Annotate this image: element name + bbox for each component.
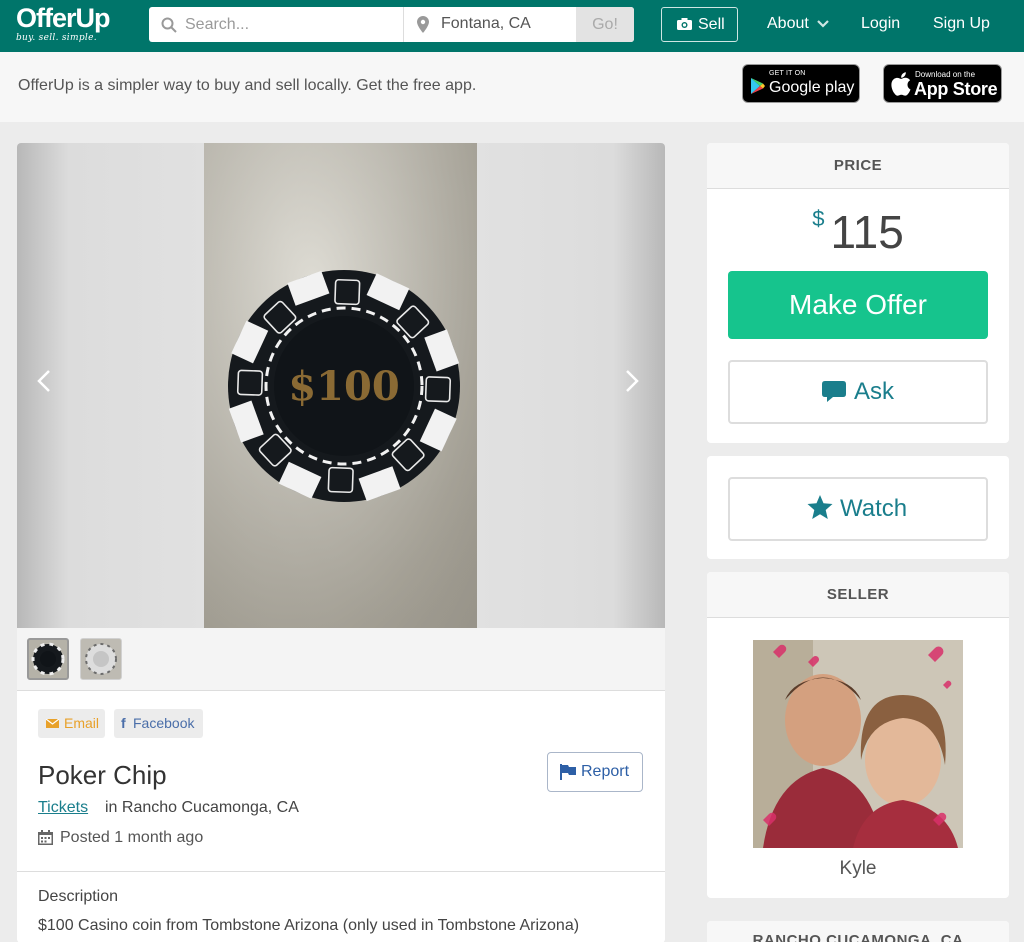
listing-photo[interactable]: $100 (204, 143, 477, 628)
apple-icon (891, 72, 911, 96)
app-promo-banner: OfferUp is a simpler way to buy and sell… (0, 52, 1024, 122)
nav-about-label: About (767, 15, 809, 32)
offerup-logo[interactable]: OfferUp buy. sell. simple. (16, 3, 110, 44)
flag-icon (560, 764, 576, 780)
watch-card: Watch (707, 456, 1009, 559)
app-promo-message: OfferUp is a simpler way to buy and sell… (18, 77, 477, 94)
seller-card: SELLER Kyle (707, 572, 1009, 898)
thumbnail-1-image (31, 642, 65, 676)
chevron-down-icon (817, 20, 829, 28)
nav-about[interactable]: About (767, 15, 829, 33)
seller-photo-image (753, 640, 963, 848)
image-gallery: $100 (17, 143, 665, 628)
description-text: $100 Casino coin from Tombstone Arizona … (38, 917, 580, 934)
top-navbar: OfferUp buy. sell. simple. Fontana, CA G… (0, 0, 1024, 52)
seller-heading: SELLER (707, 572, 1009, 618)
google-play-big-text: Google play (769, 79, 855, 96)
thumbnail-2[interactable] (80, 638, 122, 680)
price-heading: PRICE (707, 143, 1009, 189)
report-label: Report (581, 763, 630, 780)
sell-label: Sell (698, 16, 725, 33)
seller-avatar[interactable] (753, 640, 963, 848)
logo-wordmark: OfferUp (16, 3, 110, 33)
listing-location: in Rancho Cucamonga, CA (105, 799, 299, 816)
make-offer-button[interactable]: Make Offer (728, 271, 988, 339)
envelope-icon (46, 719, 59, 728)
category-link[interactable]: Tickets (38, 799, 88, 817)
location-input[interactable]: Fontana, CA (405, 7, 576, 42)
poker-chip-image: $100 (204, 143, 477, 628)
share-facebook-label: Facebook (133, 715, 195, 731)
app-store-badge[interactable]: Download on the App Store (883, 64, 1002, 103)
ask-label: Ask (854, 378, 895, 405)
nav-signup[interactable]: Sign Up (933, 15, 990, 33)
google-play-small-text: GET IT ON (769, 70, 806, 77)
chevron-left-icon[interactable] (37, 369, 51, 393)
report-button[interactable]: Report (547, 752, 643, 792)
watch-label: Watch (840, 495, 908, 522)
calendar-icon (38, 830, 53, 845)
logo-tagline: buy. sell. simple. (16, 33, 97, 43)
app-store-small-text: Download on the (915, 70, 976, 79)
listing-card: $100 Email f Facebook Poker Chip Report … (17, 143, 665, 942)
star-icon (807, 495, 833, 519)
chip-value-text: $100 (288, 363, 399, 410)
chat-bubble-icon (822, 381, 846, 402)
listing-title: Poker Chip (38, 760, 167, 790)
chevron-right-icon[interactable] (625, 369, 639, 393)
watch-button[interactable]: Watch (728, 477, 988, 541)
search-icon (161, 17, 177, 33)
sell-button[interactable]: Sell (661, 7, 738, 42)
camera-icon (677, 18, 692, 30)
description-heading: Description (38, 888, 119, 905)
thumbnail-2-image (85, 643, 117, 675)
share-email-button[interactable]: Email (38, 709, 105, 738)
price-card: PRICE $115 Make Offer Ask (707, 143, 1009, 443)
location-value: Fontana, CA (441, 15, 531, 32)
thumbnail-strip (17, 628, 665, 691)
nav-login[interactable]: Login (861, 15, 900, 33)
seller-name[interactable]: Kyle (707, 858, 1009, 880)
section-divider (17, 871, 665, 872)
search-bar: Fontana, CA Go! (149, 7, 634, 42)
search-go-button[interactable]: Go! (576, 7, 634, 42)
posted-text: Posted 1 month ago (60, 829, 204, 846)
location-heading: RANCHO CUCAMONGA, CA (707, 921, 1009, 942)
google-play-icon (751, 78, 765, 94)
currency-symbol: $ (812, 206, 825, 231)
search-input[interactable] (185, 13, 395, 36)
share-facebook-button[interactable]: f Facebook (114, 709, 203, 738)
google-play-badge[interactable]: GET IT ON Google play (742, 64, 860, 103)
share-email-label: Email (64, 715, 100, 731)
location-card: RANCHO CUCAMONGA, CA (707, 921, 1009, 942)
facebook-icon: f (121, 715, 126, 731)
price-amount: 115 (830, 206, 904, 258)
location-pin-icon (417, 16, 429, 33)
thumbnail-1[interactable] (27, 638, 69, 680)
ask-button[interactable]: Ask (728, 360, 988, 424)
search-field-wrapper (149, 7, 404, 42)
price-display: $115 (707, 205, 1009, 259)
app-store-big-text: App Store (914, 79, 998, 99)
